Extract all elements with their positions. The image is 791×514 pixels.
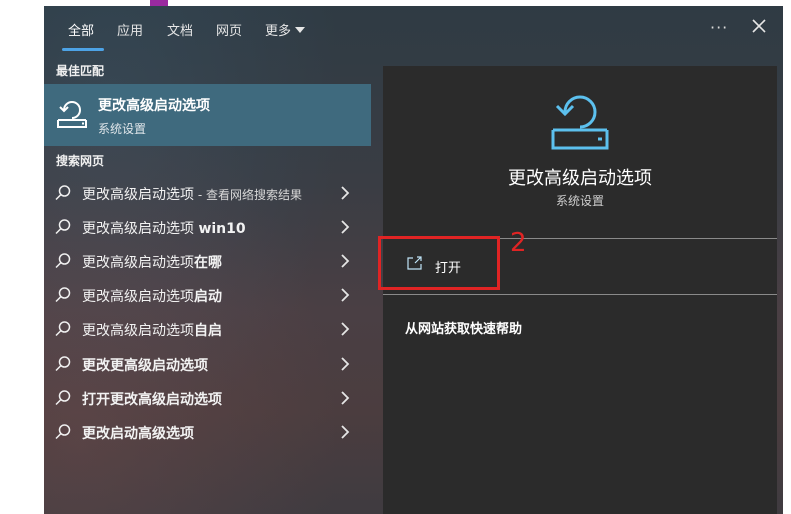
- tab-apps[interactable]: 应用: [117, 20, 143, 44]
- best-match-title: 更改高级启动选项: [98, 98, 210, 114]
- active-tab-indicator: [62, 48, 104, 51]
- restore-icon: [57, 101, 87, 128]
- filter-tabs: 全部 应用 文档 网页 更多 ···: [44, 6, 783, 52]
- web-result-label: 更改启动高级选项: [82, 426, 194, 442]
- web-result-row[interactable]: 更改高级启动选项 - 查看网络搜索结果: [44, 177, 371, 209]
- web-result-label: 打开更改高级启动选项: [82, 392, 222, 408]
- preview-subtitle: 系统设置: [555, 194, 604, 208]
- divider: [383, 294, 777, 295]
- chevron-right-icon: [341, 220, 350, 234]
- chevron-right-icon: [341, 391, 350, 405]
- web-result-row[interactable]: 更改高级启动选项自启: [44, 313, 371, 345]
- web-help-link[interactable]: 从网站获取快速帮助: [405, 318, 522, 337]
- search-icon: [55, 219, 71, 235]
- background-left: [0, 0, 44, 514]
- search-icon: [55, 424, 71, 440]
- web-result-label: 更改更高级启动选项: [82, 358, 208, 374]
- annotation-highlight-box: [378, 236, 500, 290]
- web-search-heading: 搜索网页: [56, 154, 105, 168]
- best-match-item[interactable]: 更改高级启动选项 系统设置: [44, 84, 371, 146]
- search-icon: [55, 390, 71, 406]
- search-icon: [55, 185, 71, 201]
- annotation-step-number: 2: [510, 228, 527, 258]
- search-icon: [55, 356, 71, 372]
- web-result-label: 更改高级启动选项自启: [82, 323, 222, 339]
- chevron-right-icon: [341, 357, 350, 371]
- tab-documents[interactable]: 文档: [167, 20, 193, 44]
- web-result-label: 更改高级启动选项 - 查看网络搜索结果: [82, 187, 302, 203]
- best-match-subtitle: 系统设置: [98, 122, 147, 136]
- preview-pane: 更改高级启动选项 系统设置 打开 从网站获取快速帮助: [383, 66, 777, 514]
- web-result-row[interactable]: 更改高级启动选项在哪: [44, 245, 371, 277]
- close-icon[interactable]: [747, 14, 771, 38]
- tab-web[interactable]: 网页: [216, 20, 242, 44]
- web-result-label: 更改高级启动选项启动: [82, 289, 222, 305]
- search-icon: [55, 321, 71, 337]
- web-result-row[interactable]: 更改启动高级选项: [44, 416, 371, 448]
- chevron-right-icon: [341, 186, 350, 200]
- chevron-right-icon: [341, 288, 350, 302]
- web-result-label: 更改高级启动选项 win10: [82, 221, 246, 237]
- chevron-right-icon: [341, 254, 350, 268]
- more-options-icon[interactable]: ···: [710, 18, 728, 37]
- background-right: [783, 0, 791, 514]
- tab-more-label: 更多: [265, 24, 292, 39]
- web-result-row[interactable]: 更改高级启动选项 win10: [44, 211, 371, 243]
- tab-all[interactable]: 全部: [68, 20, 94, 44]
- web-result-row[interactable]: 更改更高级启动选项: [44, 348, 371, 380]
- web-result-row[interactable]: 打开更改高级启动选项: [44, 382, 371, 414]
- search-icon: [55, 253, 71, 269]
- best-match-heading: 最佳匹配: [56, 64, 105, 78]
- preview-title: 更改高级启动选项: [508, 168, 652, 189]
- caret-down-icon: [295, 27, 306, 33]
- tab-more[interactable]: 更多: [265, 20, 306, 44]
- restore-icon: [551, 95, 609, 150]
- web-result-label: 更改高级启动选项在哪: [82, 255, 222, 271]
- search-icon: [55, 287, 71, 303]
- chevron-right-icon: [341, 322, 350, 336]
- web-result-row[interactable]: 更改高级启动选项启动: [44, 279, 371, 311]
- chevron-right-icon: [341, 425, 350, 439]
